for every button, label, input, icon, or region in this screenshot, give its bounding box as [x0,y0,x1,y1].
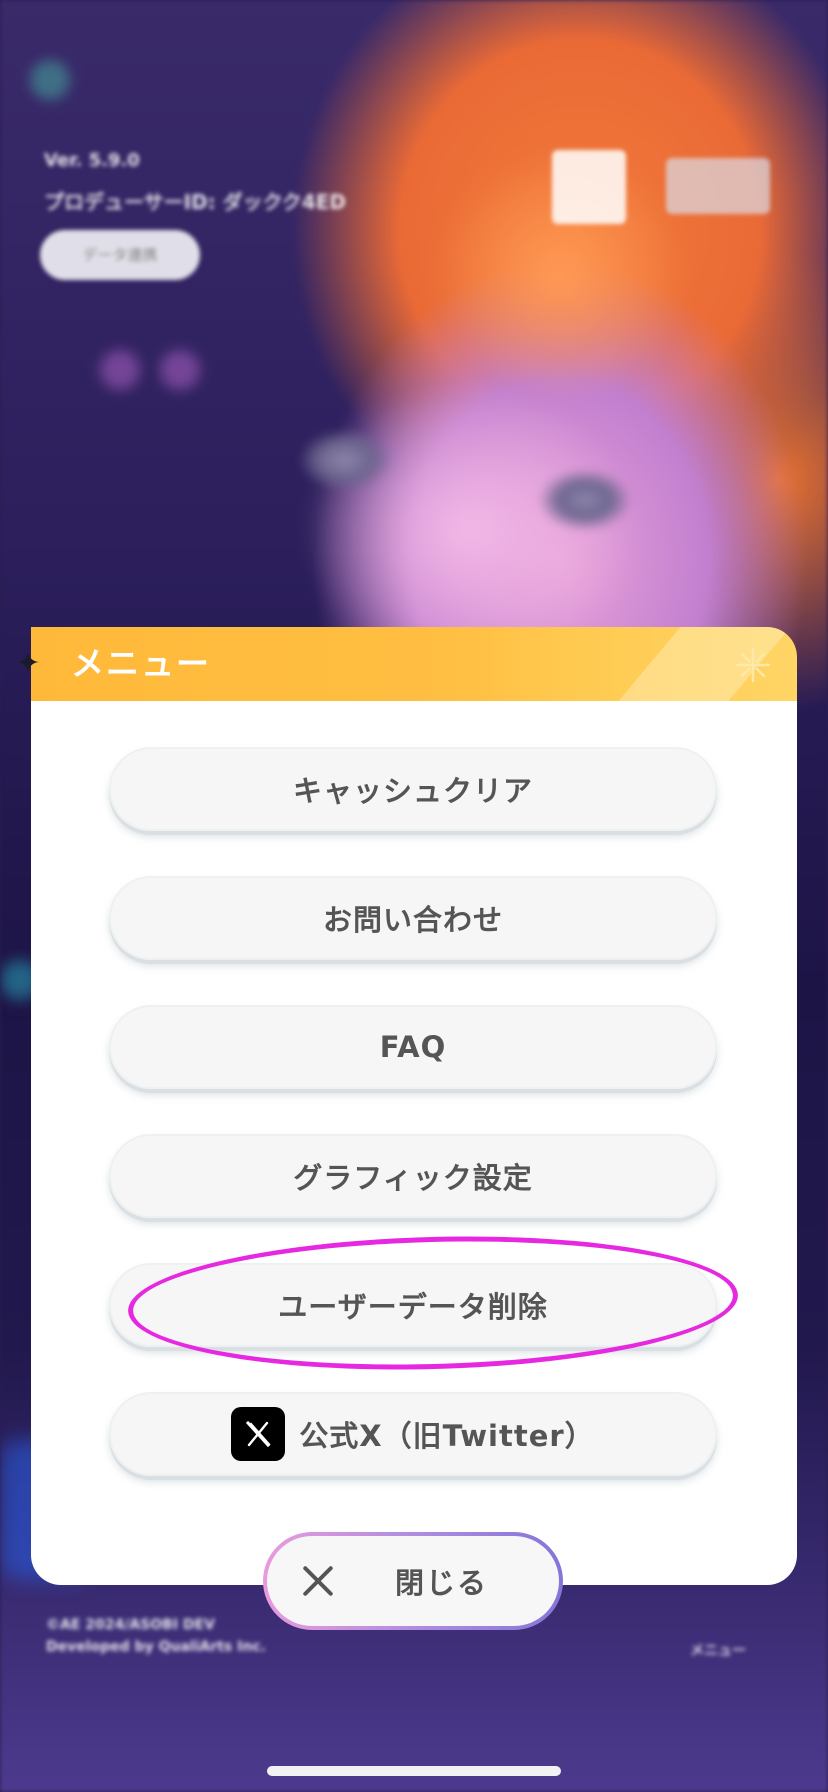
close-button-inner: 閉じる [267,1536,559,1626]
official-x-button[interactable]: 公式X（旧Twitter） [109,1392,717,1476]
close-button[interactable]: 閉じる [263,1532,563,1630]
dialog-title: メニュー [71,644,211,683]
close-icon [301,1564,335,1598]
dialog-header: メニュー [31,627,797,701]
character-eye [300,430,390,490]
graphics-settings-button[interactable]: グラフィック設定 [109,1134,717,1218]
dialog-body: キャッシュクリア お問い合わせ FAQ グラフィック設定 ユーザーデータ削除 公… [31,701,797,1585]
button-label: グラフィック設定 [293,1161,533,1195]
character-eye [540,470,630,530]
home-indicator[interactable] [267,1766,561,1776]
bg-light [160,350,200,390]
version-text: Ver. 5.9.0 [44,150,140,171]
data-link-button: データ連携 [40,230,200,280]
close-label: 閉じる [395,1566,489,1600]
star-icon: ✦ [15,646,41,681]
producer-id-text: プロデューサーID: ダックク4ED [44,190,346,214]
x-logo-icon [231,1407,286,1461]
contact-button[interactable]: お問い合わせ [109,876,717,960]
bg-light [100,350,140,390]
button-label: キャッシュクリア [292,774,533,808]
button-label: 公式X（旧Twitter） [299,1419,595,1453]
menu-label-blurred: メニュー [690,1643,746,1659]
blurred-icon [552,150,626,224]
menu-list: キャッシュクリア お問い合わせ FAQ グラフィック設定 ユーザーデータ削除 公… [109,747,719,1521]
menu-dialog: メニュー ✦ キャッシュクリア お問い合わせ FAQ グラフィック設定 ユーザー… [15,627,797,1585]
button-label: FAQ [379,1030,447,1064]
copyright-text: ©AE 2024/ASOBI DEV Developed by QualiArt… [46,1617,266,1655]
blurred-logo [666,158,770,214]
bg-light [30,60,70,100]
cache-clear-button[interactable]: キャッシュクリア [109,747,717,831]
faq-button[interactable]: FAQ [109,1005,717,1089]
sparkle-icon [735,647,771,683]
button-label: お問い合わせ [322,903,503,937]
